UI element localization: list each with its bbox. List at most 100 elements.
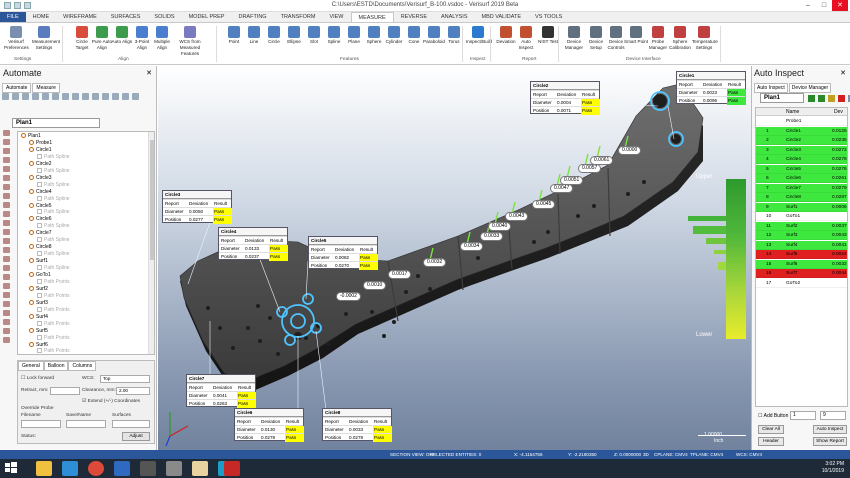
ribbon-button-sphere-calibration[interactable]: Sphere Calibration: [668, 26, 692, 56]
callout-table[interactable]: Circle6 Report Deviation Result Diameter 0.01…: [234, 408, 304, 442]
savename-select[interactable]: [66, 420, 106, 428]
tool-icon[interactable]: [3, 337, 10, 343]
table-row[interactable]: 12 Surf3 0.0043: [756, 231, 847, 240]
pause-icon[interactable]: [828, 95, 835, 102]
table-row[interactable]: 5 Circle5 0.0276: [756, 164, 847, 174]
tool-icon[interactable]: [3, 130, 10, 136]
tree-node[interactable]: Probe1: [29, 139, 52, 147]
tree-scrollbar[interactable]: [148, 132, 154, 354]
tree-node[interactable]: Path Points: [37, 306, 70, 314]
table-row[interactable]: 1 Circle1 0.0125: [756, 126, 847, 136]
tree-node[interactable]: Path Points: [37, 292, 70, 300]
tool-icon[interactable]: [3, 157, 10, 163]
up-icon[interactable]: [112, 93, 119, 100]
callout-table[interactable]: Circle8 Report Deviation Result Diameter 0.00…: [322, 408, 392, 442]
tab-reverse[interactable]: REVERSE: [394, 12, 434, 22]
tree-node[interactable]: Path Spline: [37, 195, 70, 203]
close-icon[interactable]: ✕: [832, 0, 848, 11]
tab-file[interactable]: FILE: [0, 12, 26, 22]
show-report-button[interactable]: Show Report: [813, 437, 847, 446]
tree-node[interactable]: Path Spline: [37, 223, 70, 230]
callout-table[interactable]: Circle1 Report Deviation Result Diameter 0.00…: [676, 71, 746, 105]
tab-transform[interactable]: TRANSFORM: [274, 12, 323, 22]
table-row[interactable]: 4 Circle4 0.0278: [756, 155, 847, 164]
verisurf-icon[interactable]: [224, 461, 240, 476]
tree-node[interactable]: Circle7: [29, 230, 52, 237]
stop-icon[interactable]: [838, 95, 845, 102]
plan-tree[interactable]: Plan1 Probe1 Circle1 Path Spline Circle2 Path…: [17, 131, 155, 355]
maximize-icon[interactable]: □: [816, 0, 832, 11]
header-button[interactable]: Header: [758, 437, 784, 446]
new-icon[interactable]: [2, 93, 9, 100]
tool-icon[interactable]: [3, 283, 10, 289]
tab-model-prep[interactable]: MODEL PREP: [182, 12, 232, 22]
arrow-icon[interactable]: [72, 93, 79, 100]
path-icon[interactable]: [52, 93, 59, 100]
tree-node[interactable]: Surf3: [29, 299, 48, 307]
adjust-button[interactable]: Adjust: [122, 432, 150, 441]
table-row[interactable]: 14 Surf5 0.0024: [756, 250, 847, 259]
close-icon[interactable]: ✕: [840, 69, 846, 77]
ribbon-button-inspect-build[interactable]: Inspect/Build: [466, 26, 492, 56]
tree-node[interactable]: Path Spline: [37, 181, 70, 189]
tree-node[interactable]: Path Spline: [37, 251, 70, 258]
tree-node[interactable]: Circle6: [29, 216, 52, 223]
ribbon-button-smart-point[interactable]: Smart Point: [624, 26, 648, 56]
start-icon[interactable]: [4, 461, 20, 476]
tree-node[interactable]: Surf5: [29, 327, 48, 335]
tool-icon[interactable]: [3, 184, 10, 190]
play-icon[interactable]: [818, 95, 825, 102]
list-icon[interactable]: [92, 93, 99, 100]
tab-drafting[interactable]: DRAFTING: [231, 12, 273, 22]
table-row[interactable]: 2 Circle2 0.0235: [756, 136, 847, 145]
add-icon[interactable]: [132, 93, 139, 100]
down-icon[interactable]: [122, 93, 129, 100]
table-row[interactable]: 16 Surf7 0.0044: [756, 269, 847, 278]
tool-icon[interactable]: [3, 319, 10, 325]
tab-vs-tools[interactable]: VS TOOLS: [528, 12, 569, 22]
tree-node[interactable]: GoTo1: [29, 272, 51, 279]
tool-icon[interactable]: [3, 148, 10, 154]
tree-node[interactable]: Path Points: [37, 334, 70, 342]
tree-node[interactable]: Plan1: [21, 133, 41, 140]
tree-node[interactable]: Path Points: [37, 320, 70, 328]
tool-icon[interactable]: [3, 211, 10, 217]
word-icon[interactable]: [114, 461, 130, 476]
table-row[interactable]: 6 Circle6 0.0261: [756, 174, 847, 183]
tab-general[interactable]: General: [18, 361, 44, 371]
tool-icon[interactable]: [3, 310, 10, 316]
add-to-input[interactable]: 9: [820, 411, 846, 420]
clear-all-button[interactable]: Clear All: [758, 425, 784, 434]
tool-icon[interactable]: [3, 256, 10, 262]
zoom-icon[interactable]: [82, 93, 89, 100]
settings-icon[interactable]: [42, 93, 49, 100]
step-icon[interactable]: [808, 95, 815, 102]
tab-mbd-validate[interactable]: MBD VALIDATE: [475, 12, 529, 22]
tab-measure[interactable]: MEASURE: [350, 12, 394, 22]
tree-node[interactable]: Surf4: [29, 313, 48, 321]
tool-icon[interactable]: [3, 274, 10, 280]
tool-icon[interactable]: [3, 175, 10, 181]
callout-table[interactable]: Circle7 Report Deviation Result Diameter 0.00…: [186, 374, 256, 408]
table-row[interactable]: 10 GoTo1: [756, 212, 847, 221]
ribbon-button-device-manager[interactable]: Device Manager: [562, 26, 586, 56]
ribbon-button-multiple-align[interactable]: Multiple Align: [150, 26, 174, 56]
ribbon-button-wcs-from-measured-features[interactable]: WCS from Measured Features: [178, 26, 202, 56]
ribbon-button-nist-test[interactable]: NIST Test: [536, 26, 560, 56]
run-icon[interactable]: [102, 93, 109, 100]
tab-wireframe[interactable]: WIREFRAME: [56, 12, 104, 22]
close-icon[interactable]: ✕: [146, 69, 152, 77]
plan-select[interactable]: Plan1: [760, 93, 804, 103]
tree-node[interactable]: Circle5: [29, 202, 52, 210]
tab-automate[interactable]: Automate: [2, 83, 32, 93]
tab-device-manager[interactable]: Device Manager: [788, 83, 832, 93]
lock-forward-checkbox[interactable]: ☐ Lock forward: [21, 376, 54, 381]
table-row[interactable]: 11 Surf2 0.0037: [756, 221, 847, 231]
table-row[interactable]: 8 Circle8 0.0287: [756, 193, 847, 202]
pause-icon[interactable]: [22, 93, 29, 100]
tool-icon[interactable]: [3, 202, 10, 208]
document-icon[interactable]: [192, 461, 208, 476]
surfaces-select[interactable]: [112, 420, 150, 428]
3d-viewport[interactable]: 0.0000 0.0061 0.0057 0.0051 0.0047 0.0045 0.00…: [158, 66, 751, 458]
tree-node[interactable]: Surf1: [29, 258, 48, 265]
